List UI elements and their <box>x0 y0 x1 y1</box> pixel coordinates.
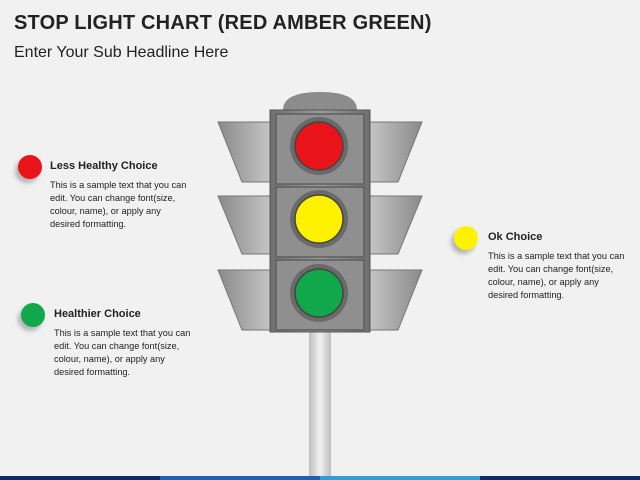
bottom-bar-segment <box>160 476 320 480</box>
amber-lamp <box>294 194 344 244</box>
green-dot-icon <box>21 303 45 327</box>
callout-heading: Healthier Choice <box>54 308 141 320</box>
yellow-dot-icon <box>454 226 478 250</box>
red-lamp <box>294 121 344 171</box>
bottom-accent-bar <box>0 476 640 480</box>
callout-body: This is a sample text that you can edit.… <box>50 180 187 229</box>
bottom-bar-segment <box>320 476 480 480</box>
red-dot-icon <box>18 155 42 179</box>
callout-body: This is a sample text that you can edit.… <box>488 251 625 300</box>
top-cap <box>283 92 357 110</box>
callout-body: This is a sample text that you can edit.… <box>54 328 191 377</box>
left-visors <box>217 121 271 331</box>
traffic-light <box>217 92 423 480</box>
green-lamp <box>294 268 344 318</box>
callout-heading: Ok Choice <box>488 231 543 243</box>
bottom-bar-segment <box>0 476 160 480</box>
callout-heading: Less Healthy Choice <box>50 160 158 172</box>
pole <box>309 330 331 480</box>
right-visors <box>369 121 423 331</box>
bottom-bar-segment <box>480 476 640 480</box>
